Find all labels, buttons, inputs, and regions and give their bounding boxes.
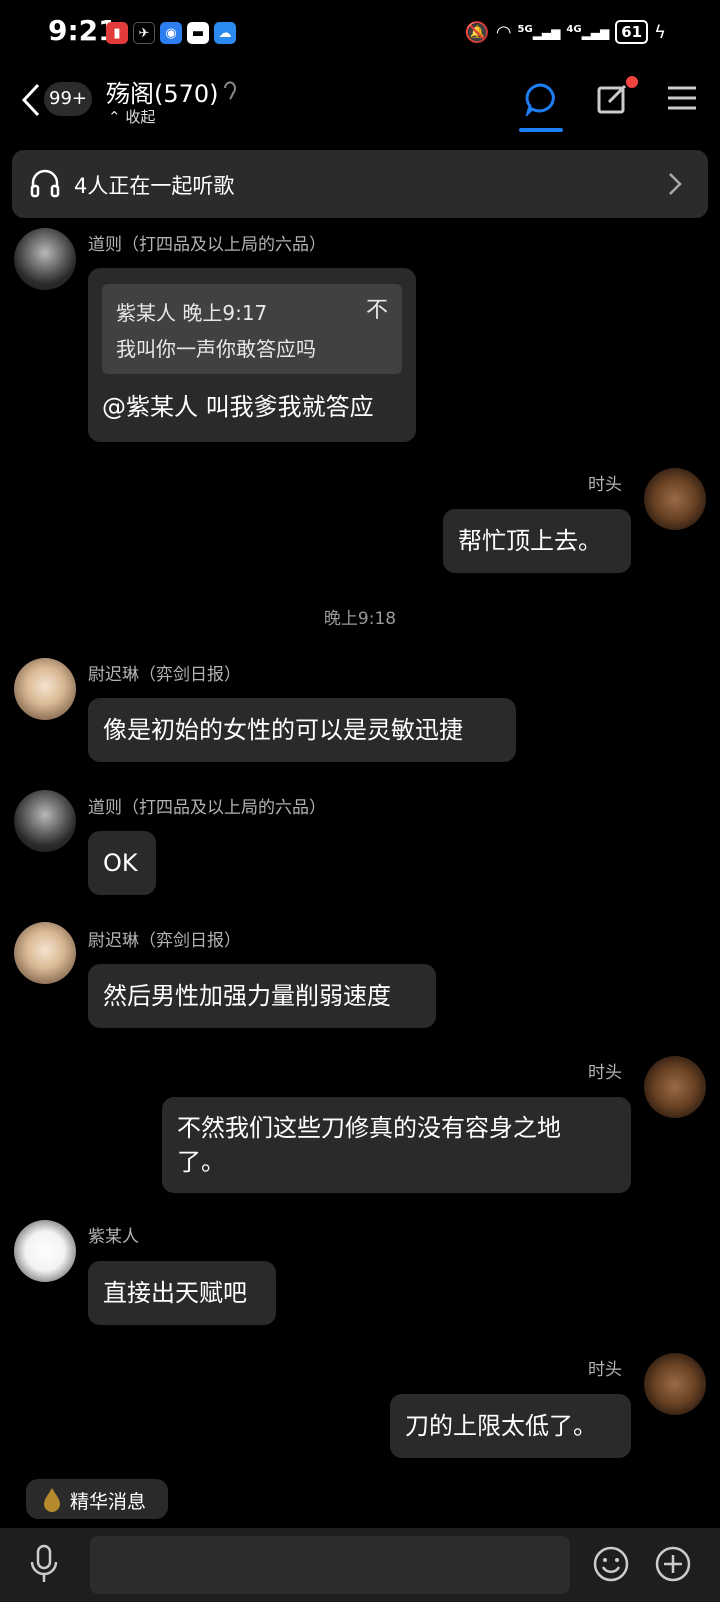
status-bar: 9:21 ▮ ✈ ◉ ▬ ☁ 🔕 ◠ 5G▂▄▆ 4G▂▄▆ 61 ϟ — [0, 0, 720, 68]
listen-together-banner[interactable]: 4人正在一起听歌 — [12, 150, 708, 218]
notification-app-icon: ▮ — [106, 22, 128, 44]
chevron-up-icon: ⌃ — [108, 108, 121, 126]
system-icons: 🔕 ◠ 5G▂▄▆ 4G▂▄▆ 61 ϟ — [465, 20, 666, 44]
message-text-line: 不然我们这些刀修真的没有容身之地 — [177, 1114, 561, 1142]
collapse-toggle[interactable]: ⌃ 收起 — [108, 106, 155, 127]
message-bubble[interactable]: 帮忙顶上去。 — [443, 509, 631, 573]
chevron-right-icon — [669, 173, 682, 195]
unread-count-badge[interactable]: 99+ — [44, 82, 92, 116]
message-bubble[interactable]: 像是初始的女性的可以是灵敏迅捷 — [88, 698, 516, 762]
avatar[interactable] — [14, 922, 76, 984]
menu-icon[interactable] — [668, 86, 696, 110]
mute-bell-icon: 🔕 — [464, 20, 490, 44]
weather-app-icon: ☁ — [214, 22, 236, 44]
essence-messages-button[interactable]: 精华消息 — [26, 1479, 168, 1519]
message-bubble[interactable]: 然后男性加强力量削弱速度 — [88, 964, 436, 1028]
microphone-icon[interactable] — [28, 1544, 60, 1584]
collapse-label: 收起 — [125, 108, 156, 126]
message-bubble[interactable]: 刀的上限太低了。 — [390, 1394, 631, 1458]
message-text: 直接出天赋吧 — [103, 1279, 247, 1307]
notification-app-icon: ◉ — [160, 22, 182, 44]
sender-name[interactable]: 尉迟琳（弈剑日报） — [88, 926, 241, 951]
avatar[interactable] — [14, 228, 76, 290]
time-separator: 晚上9:18 — [323, 609, 397, 629]
status-app-icons: ▮ ✈ ◉ ▬ ☁ — [106, 22, 236, 44]
message-text: 然后男性加强力量削弱速度 — [103, 982, 391, 1010]
notification-app-icon: ✈ — [133, 22, 155, 44]
message-bubble[interactable]: 紫某人 晚上9:17 不 我叫你一声你敢答应吗 @紫某人 叫我爹我就答应 — [88, 268, 416, 442]
sender-name[interactable]: 尉迟琳（弈剑日报） — [88, 660, 241, 685]
sender-name[interactable]: 时头 — [588, 1355, 622, 1380]
edit-icon[interactable] — [597, 82, 629, 114]
headphones-icon — [30, 169, 60, 198]
banner-text: 4人正在一起听歌 — [74, 174, 235, 198]
sender-name[interactable]: 紫某人 — [88, 1222, 139, 1247]
quote-text: 我叫你一声你敢答应吗 — [116, 337, 316, 361]
quote-reaction-icon: 不 — [365, 298, 388, 323]
message-text: OK — [103, 849, 138, 877]
message-bubble[interactable]: 直接出天赋吧 — [88, 1261, 276, 1325]
sender-name[interactable]: 道则（打四品及以上局的六品） — [88, 230, 326, 255]
message-text: 帮忙顶上去。 — [458, 527, 602, 555]
emoji-icon[interactable] — [593, 1546, 629, 1582]
avatar[interactable] — [14, 790, 76, 852]
signal-4g-icon: 4G▂▄▆ — [566, 24, 610, 40]
droplet-icon — [44, 1488, 60, 1512]
ear-icon[interactable] — [222, 80, 238, 102]
battery-indicator: 61 — [615, 20, 649, 44]
message-input[interactable] — [90, 1536, 570, 1594]
add-icon[interactable] — [655, 1546, 691, 1582]
message-text: 刀的上限太低了。 — [405, 1412, 597, 1440]
message-bubble[interactable]: 不然我们这些刀修真的没有容身之地 了。 — [162, 1097, 631, 1193]
message-text: @紫某人 叫我爹我就答应 — [102, 393, 374, 421]
quote-author-time: 紫某人 晚上9:17 — [116, 301, 268, 325]
message-text-line: 了。 — [177, 1148, 225, 1176]
avatar[interactable] — [644, 1353, 706, 1415]
avatar[interactable] — [14, 1220, 76, 1282]
chat-bubble-icon[interactable] — [524, 82, 558, 116]
charging-icon: ϟ — [654, 21, 666, 43]
signal-5g-icon: 5G▂▄▆ — [517, 24, 561, 40]
notification-app-icon: ▬ — [187, 22, 209, 44]
message-text: 像是初始的女性的可以是灵敏迅捷 — [103, 716, 463, 744]
essence-label: 精华消息 — [70, 1491, 147, 1513]
message-bubble[interactable]: OK — [88, 831, 156, 895]
sender-name[interactable]: 时头 — [588, 1058, 622, 1083]
active-tab-indicator — [519, 128, 563, 132]
group-title[interactable]: 殇阁(570) — [106, 74, 219, 109]
notification-dot — [626, 76, 638, 88]
sender-name[interactable]: 道则（打四品及以上局的六品） — [88, 793, 326, 818]
wifi-icon: ◠ — [495, 21, 512, 43]
avatar[interactable] — [644, 1056, 706, 1118]
avatar[interactable] — [14, 658, 76, 720]
sender-name[interactable]: 时头 — [588, 470, 622, 495]
quoted-message[interactable]: 紫某人 晚上9:17 不 我叫你一声你敢答应吗 — [102, 284, 402, 374]
avatar[interactable] — [644, 468, 706, 530]
back-arrow-icon[interactable] — [18, 82, 44, 118]
